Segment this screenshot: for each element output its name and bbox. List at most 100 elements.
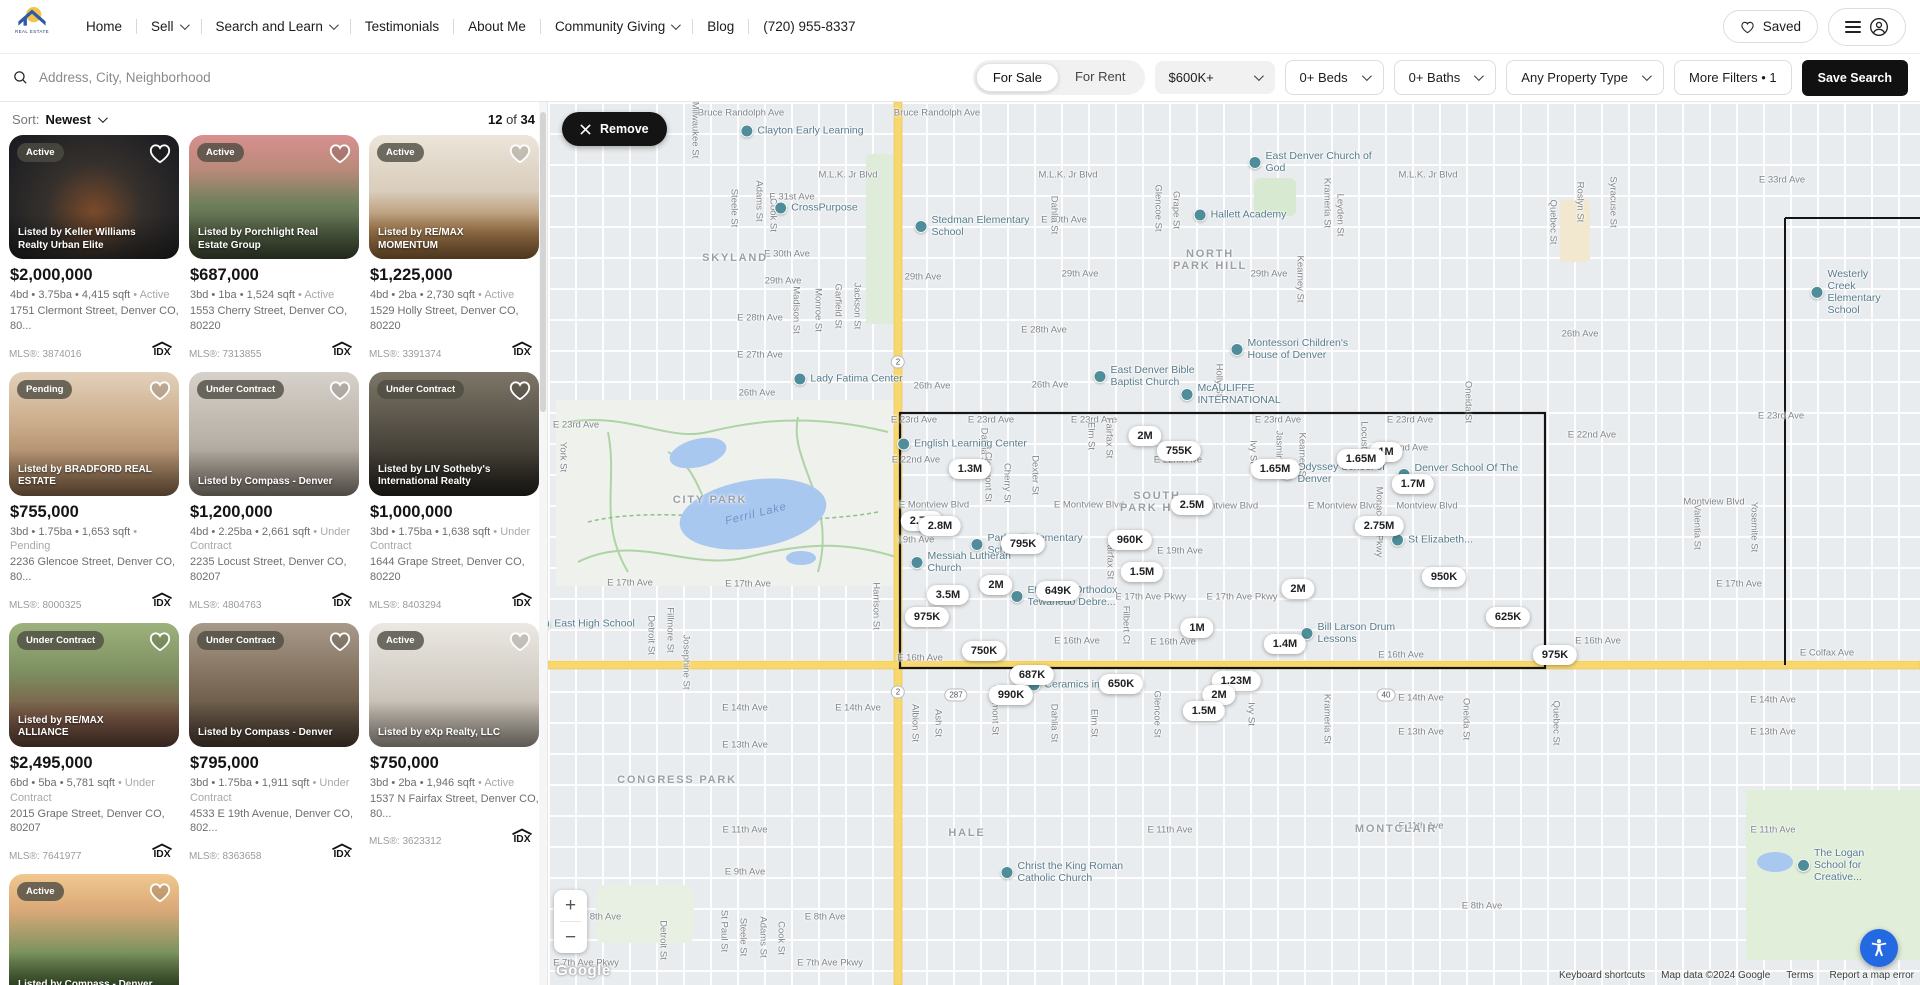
price-filter[interactable]: $600K+ (1154, 61, 1275, 94)
zoom-out-button[interactable]: − (554, 922, 587, 953)
map-price-pin[interactable]: 2M (1128, 426, 1162, 446)
nav-link-about-me[interactable]: About Me (454, 19, 540, 34)
listing-card[interactable]: Under Contract Listed by Compass - Denver… (189, 371, 359, 611)
map-price-pin[interactable]: 990K (988, 685, 1034, 705)
map-price-pin[interactable]: 2.5M (1170, 495, 1214, 515)
more-filters-button[interactable]: More Filters • 1 (1674, 60, 1792, 95)
nav-link-blog[interactable]: Blog (693, 19, 748, 34)
map-price-pin[interactable]: 1.7M (1391, 474, 1435, 494)
poi-label[interactable]: Stedman Elementary School (914, 213, 1050, 238)
poi-label[interactable]: East High School (548, 617, 635, 631)
property-type-filter[interactable]: Any Property Type (1506, 60, 1665, 95)
remove-boundary-button[interactable]: Remove (562, 112, 667, 146)
save-search-button[interactable]: Save Search (1801, 59, 1908, 96)
nav-link--720-955-8337[interactable]: (720) 955-8337 (749, 19, 869, 34)
sort-dropdown[interactable]: Newest (45, 112, 108, 127)
map-price-pin[interactable]: 2.75M (1354, 516, 1404, 536)
search-input[interactable] (39, 70, 459, 85)
map-attribution-item[interactable]: Terms (1786, 970, 1813, 981)
listing-card[interactable]: Under Contract Listed by RE/MAX ALLIANCE $… (9, 622, 179, 862)
poi-label[interactable]: Montessori Children's House of Denver (1230, 337, 1366, 361)
nav-link-home[interactable]: Home (72, 19, 136, 34)
favorite-button[interactable] (507, 141, 533, 168)
map-price-pin[interactable]: 755K (1156, 441, 1202, 461)
map-price-pin[interactable]: 2M (979, 575, 1013, 595)
map[interactable]: Remove + − Google Keyboard shortcuts Map … (548, 102, 1920, 985)
favorite-button[interactable] (147, 880, 173, 907)
favorite-button[interactable] (327, 629, 353, 656)
favorite-button[interactable] (327, 378, 353, 405)
poi-name: Stedman Elementary School (931, 213, 1030, 238)
poi-label[interactable]: The Logan School for Creative... (1797, 847, 1879, 883)
map-price-pin[interactable]: 625K (1485, 607, 1531, 627)
listing-card[interactable]: Pending Listed by BRADFORD REAL ESTATE $75… (9, 371, 179, 611)
map-price-pin[interactable]: 975K (1532, 645, 1578, 665)
favorite-button[interactable] (327, 141, 353, 168)
street-label-vertical: Dahlia St (1048, 703, 1060, 743)
zoom-in-button[interactable]: + (554, 890, 587, 921)
map-price-pin[interactable]: 1.3M (948, 459, 992, 479)
map-price-pin[interactable]: 1.5M (1182, 701, 1226, 721)
panel-scrollbar[interactable] (539, 102, 547, 985)
map-attribution-item[interactable]: Report a map error (1830, 970, 1914, 981)
listing-photo: Pending Listed by BRADFORD REAL ESTATE (9, 371, 179, 496)
beds-filter[interactable]: 0+ Beds (1284, 60, 1384, 95)
nav-link-community-giving[interactable]: Community Giving (541, 19, 692, 34)
status-badge: Active (197, 143, 244, 162)
poi-label[interactable]: Christ the King Roman Catholic Church (1000, 860, 1136, 884)
poi-label[interactable]: CrossPurpose (774, 201, 858, 215)
map-price-pin[interactable]: 687K (1009, 665, 1055, 685)
map-price-pin[interactable]: 960K (1107, 530, 1153, 550)
listing-card[interactable]: Active Listed by Porchlight Real Estate G… (189, 135, 359, 360)
favorite-button[interactable] (507, 378, 533, 405)
nav-link-testimonials[interactable]: Testimonials (351, 19, 453, 34)
nav-link-sell[interactable]: Sell (137, 19, 201, 34)
map-price-pin[interactable]: 650K (1098, 674, 1144, 694)
map-price-pin[interactable]: 1.65M (1336, 449, 1386, 469)
listing-card[interactable]: Under Contract Listed by Compass - Denver… (189, 622, 359, 862)
listing-card[interactable]: Active Listed by eXp Realty, LLC $750,000 3… (369, 622, 539, 862)
poi-label[interactable]: Bill Larson Drum Lessons (1300, 621, 1436, 645)
map-price-pin[interactable]: 750K (961, 641, 1007, 661)
menu-account-button[interactable] (1828, 7, 1906, 46)
map-price-pin[interactable]: 1.5M (1120, 562, 1164, 582)
poi-label[interactable]: English Learning Center (897, 437, 1027, 451)
poi-label[interactable]: St Elizabeth... (1391, 533, 1473, 547)
favorite-button[interactable] (147, 378, 173, 405)
company-logo[interactable]: REAL ESTATE (10, 5, 54, 49)
poi-label[interactable]: East Denver Church of God (1248, 150, 1384, 174)
poi-label[interactable]: Hallett Academy (1193, 208, 1286, 222)
listing-card[interactable]: Active Listed by Keller Williams Realty U… (9, 135, 179, 360)
poi-label[interactable]: McAULIFFE INTERNATIONAL (1180, 382, 1316, 406)
street-label: E 30th Ave (764, 248, 810, 260)
poi-label[interactable]: Lady Fatima Center (793, 372, 903, 386)
baths-filter[interactable]: 0+ Baths (1393, 60, 1497, 95)
favorite-button[interactable] (147, 141, 173, 168)
map-price-pin[interactable]: 1M (1180, 618, 1214, 638)
poi-name: CrossPurpose (791, 201, 858, 214)
listing-card[interactable]: ActiveListed by Compass - Denver$1,699,0… (9, 874, 179, 985)
map-price-pin[interactable]: 3.5M (926, 585, 970, 605)
saved-button[interactable]: Saved (1722, 10, 1818, 43)
map-price-pin[interactable]: 2.8M (918, 516, 962, 536)
map-price-pin[interactable]: 1.4M (1263, 634, 1307, 654)
listing-card[interactable]: Active Listed by RE/MAX MOMENTUM $1,225,00… (369, 135, 539, 360)
favorite-button[interactable] (147, 629, 173, 656)
map-price-pin[interactable]: 950K (1421, 567, 1467, 587)
map-price-pin[interactable]: 649K (1035, 581, 1081, 601)
favorite-button[interactable] (507, 629, 533, 656)
map-attribution-item[interactable]: Keyboard shortcuts (1559, 970, 1645, 981)
map-price-pin[interactable]: 1.65M (1250, 459, 1300, 479)
listing-card[interactable]: Under Contract Listed by LIV Sotheby's In… (369, 371, 539, 611)
poi-label[interactable]: Clayton Early Learning (740, 124, 864, 138)
highway-shield: 287 (944, 688, 968, 702)
map-attribution-item: Map data ©2024 Google (1661, 970, 1771, 981)
accessibility-button[interactable] (1860, 929, 1898, 967)
poi-label[interactable]: Westerly Creek Elementary School (1810, 268, 1884, 316)
for-sale-tab[interactable]: For Sale (975, 63, 1059, 92)
for-rent-tab[interactable]: For Rent (1059, 63, 1142, 92)
nav-link-search-and-learn[interactable]: Search and Learn (202, 19, 350, 34)
map-price-pin[interactable]: 2M (1281, 579, 1315, 599)
map-price-pin[interactable]: 795K (1000, 534, 1046, 554)
map-price-pin[interactable]: 975K (904, 607, 950, 627)
